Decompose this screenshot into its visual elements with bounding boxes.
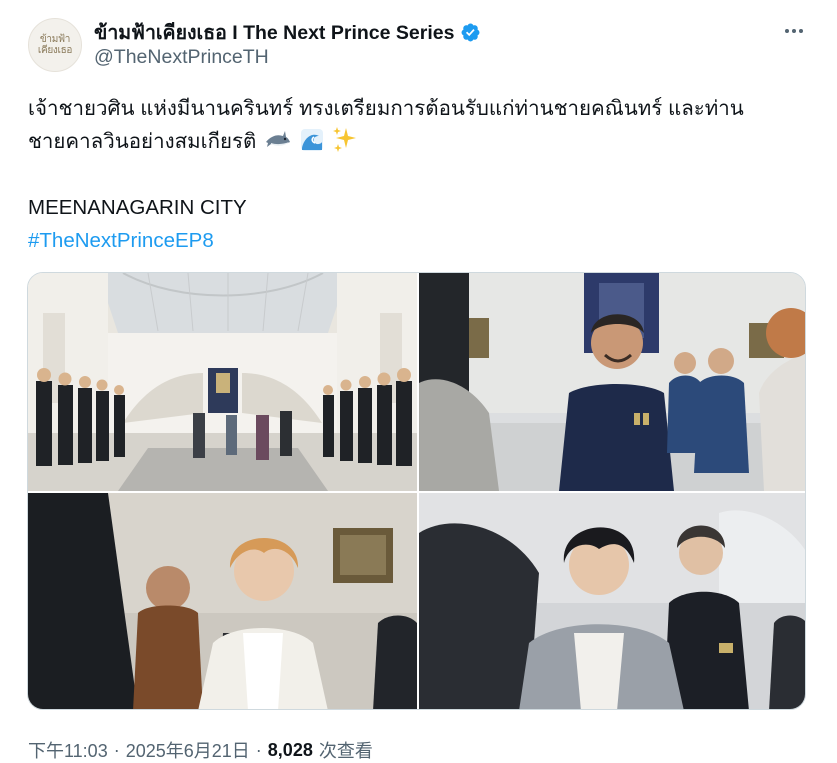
wave-emoji-icon bbox=[300, 129, 323, 151]
tweet-text: เจ้าชายวศิน แห่งมีนานครินทร์ ทรงเตรียมกา… bbox=[28, 92, 808, 257]
media-grid bbox=[27, 272, 806, 710]
tweet-line-2-row: ชายคาลวินอย่างสมเกียรติ bbox=[28, 125, 808, 158]
tweet-line-3: MEENANAGARIN CITY bbox=[28, 196, 247, 219]
tweet-line-1: เจ้าชายวศิน แห่งมีนานครินทร์ ทรงเตรียมกา… bbox=[28, 97, 744, 120]
tweet-time[interactable]: 下午11:03 bbox=[28, 737, 108, 763]
views-count: 8,028 bbox=[267, 739, 313, 760]
meta-separator: · bbox=[255, 739, 262, 760]
sparkles-emoji-icon bbox=[333, 127, 357, 152]
more-dot-icon bbox=[785, 29, 789, 33]
more-dot-icon bbox=[792, 29, 796, 33]
views-label: 次查看 bbox=[318, 741, 373, 761]
more-dot-icon bbox=[799, 29, 803, 33]
avatar[interactable]: ข้ามฟ้า เคียงเธอ bbox=[28, 18, 82, 72]
blond-prince-photo[interactable] bbox=[28, 493, 417, 709]
tweet: ข้ามฟ้า เคียงเธอ ข้ามฟ้าเคียงเธอ I The N… bbox=[0, 0, 837, 762]
hashtag-link[interactable]: #TheNextPrinceEP8 bbox=[28, 229, 214, 252]
author-handle[interactable]: @TheNextPrinceTH bbox=[94, 46, 269, 69]
more-options-button[interactable] bbox=[779, 18, 809, 44]
author-name-row[interactable]: ข้ามฟ้าเคียงเธอ I The Next Prince Series bbox=[94, 17, 481, 48]
tweet-date[interactable]: 2025年6月21日 bbox=[126, 737, 250, 763]
tweet-meta: 下午11:03 · 2025年6月21日 · 8,028 次查看 bbox=[28, 737, 373, 763]
shark-emoji-icon bbox=[266, 131, 291, 147]
dark-haired-prince-photo[interactable] bbox=[419, 493, 805, 709]
author-display-name[interactable]: ข้ามฟ้าเคียงเธอ I The Next Prince Series bbox=[94, 17, 454, 48]
tweet-line-2: ชายคาลวินอย่างสมเกียรติ bbox=[28, 130, 257, 153]
meta-separator: · bbox=[113, 739, 120, 760]
avatar-logo: ข้ามฟ้า เคียงเธอ bbox=[37, 34, 73, 56]
palace-hall-photo[interactable] bbox=[28, 273, 417, 491]
verified-badge-icon bbox=[461, 23, 480, 42]
smiling-man-photo[interactable] bbox=[419, 273, 805, 491]
